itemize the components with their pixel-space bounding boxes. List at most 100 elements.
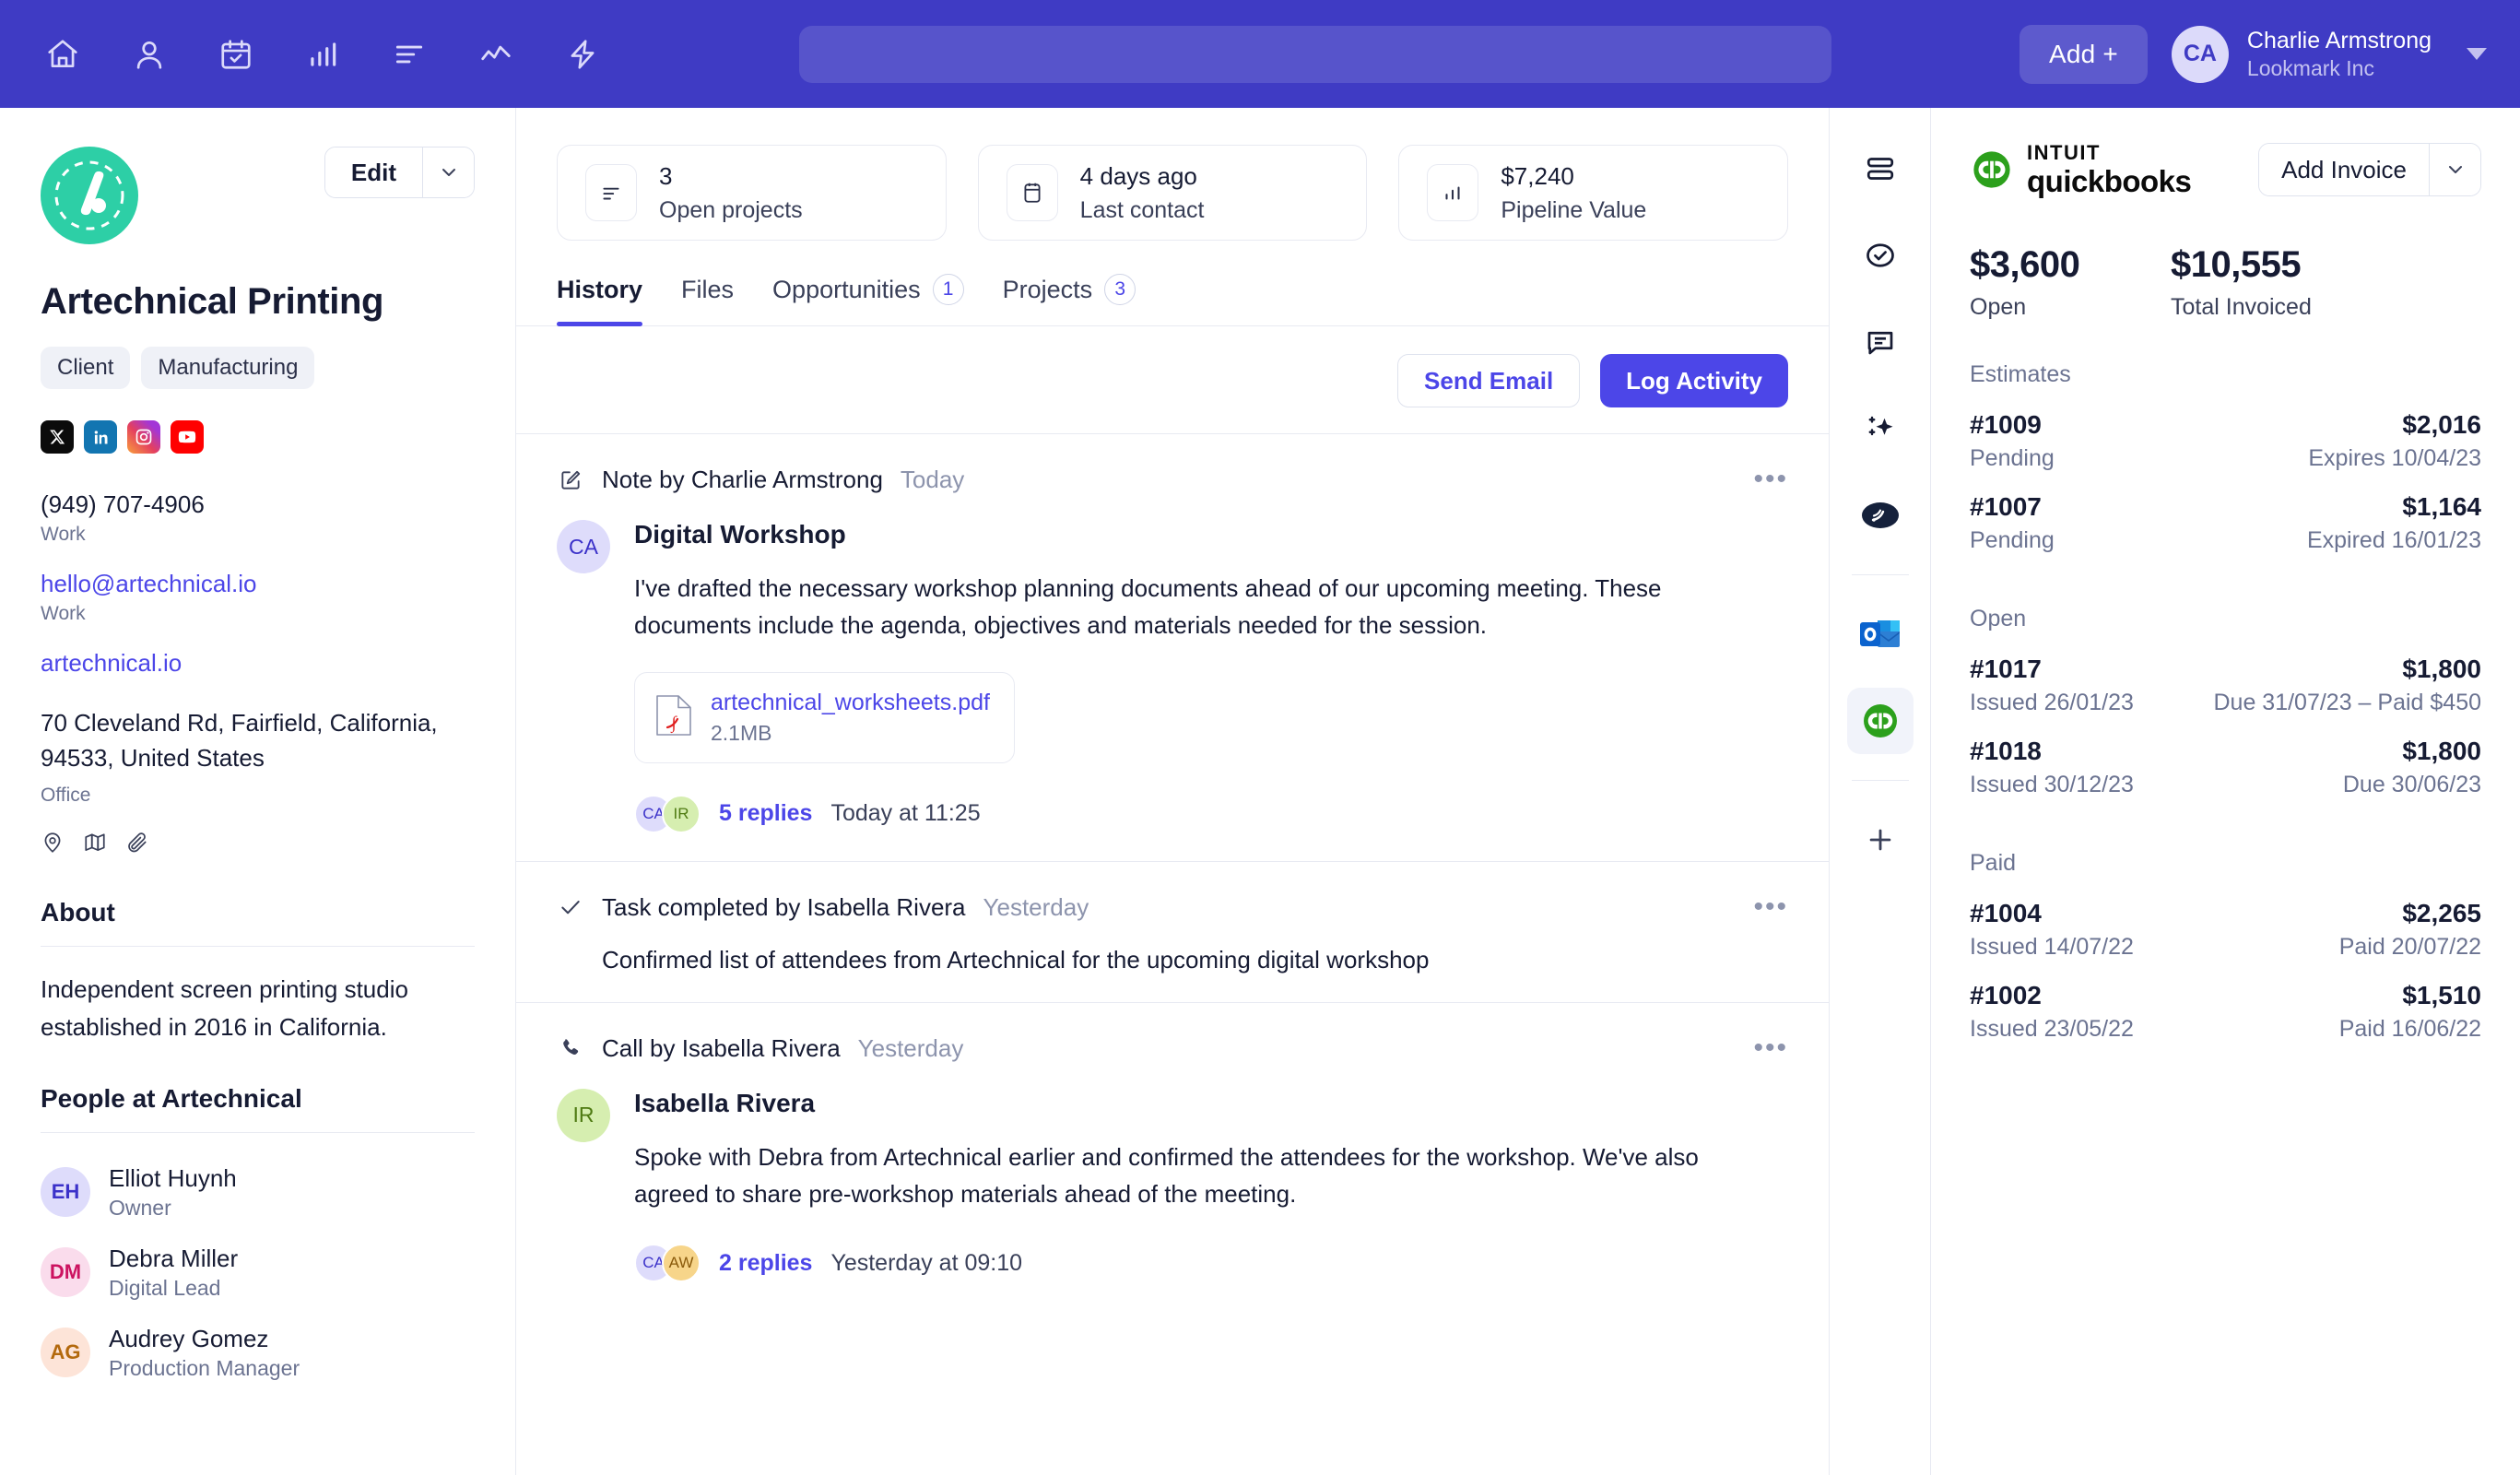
chevron-down-icon[interactable] [422,148,474,197]
invoice-row[interactable]: #1009 $2,016 Pending Expires 10/04/23 [1970,401,2481,483]
contact-details: (949) 707-4906 Work hello@artechnical.io… [41,490,475,859]
x-icon[interactable] [41,420,74,454]
invoice-id: #1002 [1970,981,2042,1009]
entry-title: Note by Charlie Armstrong [602,466,883,493]
stat-value: $7,240 [1501,161,1574,190]
invoice-amount: $2,265 [2402,899,2481,927]
stat-last-contact[interactable]: 4 days ago Last contact [977,145,1368,241]
replies-link[interactable]: 2 replies [719,1250,812,1277]
tab-history[interactable]: History [557,274,643,326]
invoice-amount: $1,800 [2402,655,2481,683]
tab-files[interactable]: Files [681,274,734,325]
log-activity-button[interactable]: Log Activity [1600,354,1788,407]
stat-label: Pipeline Value [1501,196,1647,223]
topbar-right-cluster: Add + CA Charlie Armstrong Lookmark Inc [2019,24,2487,84]
linkedin-icon[interactable] [84,420,117,454]
invoice-row[interactable]: #1018 $1,800 Issued 30/12/23 Due 30/06/2… [1970,727,2481,809]
tab-projects[interactable]: Projects 3 [1003,274,1136,325]
company-tags: Client Manufacturing [41,347,475,389]
outlook-icon[interactable] [1847,601,1914,667]
layout-icon[interactable] [1847,136,1914,202]
send-email-button[interactable]: Send Email [1397,354,1581,407]
invoice-row[interactable]: #1017 $1,800 Issued 26/01/23 Due 31/07/2… [1970,645,2481,727]
invoice-status: Pending [1970,445,2055,471]
tab-label: Opportunities [772,275,921,303]
tag-client[interactable]: Client [41,347,131,389]
invoice-id: #1009 [1970,410,2042,439]
location-pin-icon[interactable] [41,831,65,859]
person-role: Production Manager [109,1355,300,1380]
attachment-card[interactable]: ∫ artechnical_worksheets.pdf 2.1MB [634,671,1015,763]
search-input[interactable] [799,25,1832,83]
badge-count: 3 [1104,274,1136,305]
top-navigation-bar: Add + CA Charlie Armstrong Lookmark Inc [0,0,2520,108]
quickbooks-icon[interactable] [1846,688,1914,754]
entry-subject: Isabella Rivera [634,1088,816,1117]
more-options-icon[interactable]: ••• [1753,892,1788,921]
list-item[interactable]: DM Debra Miller Digital Lead [41,1233,475,1314]
add-invoice-button[interactable]: Add Invoice [2259,144,2429,195]
list-icon[interactable] [380,25,439,84]
instagram-icon[interactable] [127,420,160,454]
stat-label: Open projects [659,196,803,223]
invoice-status: Issued 23/05/22 [1970,1016,2134,1042]
youtube-icon[interactable] [171,420,204,454]
entry-time: Yesterday [857,1033,964,1062]
about-heading: About [41,898,115,927]
list-item[interactable]: AG Audrey Gomez Production Manager [41,1314,475,1394]
stat-label: Last contact [1079,196,1205,223]
bar-chart-icon[interactable] [293,25,352,84]
website-value[interactable]: artechnical.io [41,649,475,678]
more-options-icon[interactable]: ••• [1753,1033,1788,1062]
chevron-down-icon[interactable] [2429,144,2480,195]
invoice-id: #1004 [1970,899,2042,927]
tab-opportunities[interactable]: Opportunities 1 [772,274,964,325]
user-menu[interactable]: CA Charlie Armstrong Lookmark Inc [2171,25,2487,83]
entry-title: Task completed by Isabella Rivera [602,892,966,921]
section-paid: Paid #1004 $2,265 Issued 14/07/22 Paid 2… [1970,850,2481,1054]
sparkle-icon[interactable] [1847,395,1914,462]
user-org: Lookmark Inc [2246,55,2374,80]
total-label: Total Invoiced [2171,294,2312,320]
activity-entry-note: Note by Charlie Armstrong Today ••• CA D… [516,433,1829,861]
invoice-meta: Paid 16/06/22 [2338,1016,2481,1042]
invoice-status: Pending [1970,527,2055,553]
paperclip-icon[interactable] [125,831,149,859]
invoice-row[interactable]: #1004 $2,265 Issued 14/07/22 Paid 20/07/… [1970,890,2481,972]
calendar-check-icon[interactable] [206,25,265,84]
activity-entry-task: Task completed by Isabella Rivera Yester… [516,860,1829,1002]
invoice-amount: $1,164 [2402,492,2481,521]
plus-icon[interactable] [1847,807,1914,873]
list-item[interactable]: EH Elliot Huynh Owner [41,1153,475,1233]
phone-value[interactable]: (949) 707-4906 [41,490,475,519]
stat-pipeline-value[interactable]: $7,240 Pipeline Value [1398,145,1789,241]
trend-line-icon[interactable] [466,25,525,84]
invoice-row[interactable]: #1002 $1,510 Issued 23/05/22 Paid 16/06/… [1970,972,2481,1054]
stat-open-projects[interactable]: 3 Open projects [557,145,947,241]
signal-badge-icon[interactable] [1847,482,1914,549]
invoice-id: #1017 [1970,655,2042,683]
lightning-icon[interactable] [553,25,612,84]
app-root: Add + CA Charlie Armstrong Lookmark Inc [0,0,2520,1475]
phone-icon [557,1036,584,1060]
map-icon[interactable] [83,831,107,859]
reply-avatars: CA IR [634,794,701,833]
chevron-down-icon[interactable] [2467,48,2487,60]
check-circle-icon[interactable] [1847,222,1914,289]
attachment-name: artechnical_worksheets.pdf [711,689,990,715]
add-button[interactable]: Add + [2019,24,2148,84]
tag-manufacturing[interactable]: Manufacturing [141,347,315,389]
invoice-row[interactable]: #1007 $1,164 Pending Expired 16/01/23 [1970,483,2481,565]
address-value: 70 Cleveland Rd, Fairfield, California, … [41,709,438,772]
integration-rail [1830,108,1931,1475]
global-search-container [612,25,2020,83]
edit-button[interactable]: Edit [324,148,422,197]
avatar: CA [557,520,610,573]
replies-link[interactable]: 5 replies [719,800,812,827]
home-icon[interactable] [33,25,92,84]
comment-icon[interactable] [1847,309,1914,375]
entry-subject: Digital Workshop [634,520,846,549]
more-options-icon[interactable]: ••• [1753,466,1788,493]
person-icon[interactable] [120,25,179,84]
email-value[interactable]: hello@artechnical.io [41,570,475,598]
